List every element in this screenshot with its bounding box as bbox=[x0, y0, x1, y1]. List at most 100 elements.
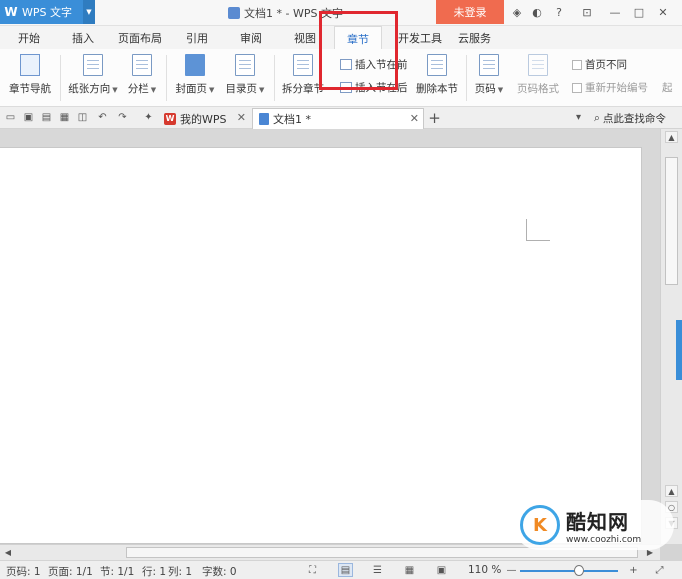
customize-icon[interactable]: ✦ bbox=[142, 111, 155, 124]
search-icon: ⌕ bbox=[594, 112, 600, 124]
scroll-left-icon[interactable]: ◀ bbox=[2, 547, 14, 558]
tab-cloud[interactable]: 云服务 bbox=[458, 30, 491, 46]
margin-corner-mark bbox=[526, 219, 550, 241]
page-number-format-button[interactable]: 页码格式 bbox=[512, 49, 564, 96]
zoom-level[interactable]: 110 % bbox=[468, 564, 501, 576]
side-panel-handle[interactable] bbox=[676, 320, 682, 380]
open-icon[interactable]: ▭ bbox=[4, 111, 17, 124]
orientation-icon bbox=[83, 54, 103, 76]
section-nav-button[interactable]: 章节导航 bbox=[8, 49, 52, 96]
orientation-button[interactable]: 纸张方向 ▼ bbox=[66, 49, 120, 96]
divider bbox=[274, 55, 275, 101]
save-icon[interactable]: ▣ bbox=[22, 111, 35, 124]
command-search[interactable]: ⌕ 点此查找命令 bbox=[594, 111, 666, 126]
tab-references[interactable]: 引用 bbox=[186, 30, 208, 46]
delete-section-icon bbox=[427, 54, 447, 76]
app-menu-dropdown-icon[interactable]: ▼ bbox=[83, 0, 95, 24]
doc-title-text: 文档1 * - WPS 文字 bbox=[244, 7, 343, 20]
skin-icon[interactable]: ◈ bbox=[510, 5, 524, 19]
toc-icon bbox=[235, 54, 255, 76]
navigation-icon bbox=[20, 54, 40, 76]
close-icon[interactable]: ✕ bbox=[656, 5, 670, 19]
print-icon[interactable]: ▦ bbox=[58, 111, 71, 124]
tab-insert[interactable]: 插入 bbox=[72, 30, 94, 46]
close-tab-icon[interactable]: ✕ bbox=[410, 112, 419, 125]
status-bar: 页码: 1 页面: 1/1 节: 1/1 行: 1 列: 1 字数: 0 ⛶ ▤… bbox=[0, 560, 682, 579]
coozhi-logo-icon: K bbox=[520, 505, 560, 545]
wps-logo-icon: W bbox=[164, 112, 176, 125]
zoom-slider-handle[interactable] bbox=[574, 565, 584, 576]
undo-icon[interactable]: ↶ bbox=[96, 111, 109, 124]
document-icon bbox=[228, 7, 240, 19]
insert-before-icon bbox=[340, 59, 352, 70]
scroll-up-icon[interactable]: ▲ bbox=[665, 131, 678, 143]
app-menu-button[interactable]: W WPS 文字 ▼ bbox=[0, 0, 95, 24]
new-tab-icon[interactable]: + bbox=[428, 109, 441, 127]
first-page-different-checkbox[interactable]: 首页不同 bbox=[572, 57, 627, 72]
scrollbar-thumb[interactable] bbox=[665, 157, 678, 285]
watermark-url: www.coozhi.com bbox=[566, 534, 642, 545]
insert-after-icon bbox=[340, 82, 352, 93]
columns-icon bbox=[132, 54, 152, 76]
web-view-icon[interactable]: ▦ bbox=[402, 563, 417, 577]
watermark: K 酷知网 www.coozhi.com bbox=[514, 500, 674, 550]
page-view-icon[interactable]: ▤ bbox=[338, 563, 353, 577]
columns-button[interactable]: 分栏 ▼ bbox=[124, 49, 160, 96]
status-row: 行: 1 bbox=[142, 566, 167, 578]
document-icon bbox=[259, 113, 269, 125]
divider bbox=[166, 55, 167, 101]
minimize-icon[interactable]: — bbox=[608, 5, 622, 19]
tab-section[interactable]: 章节 bbox=[334, 26, 382, 49]
delete-section-button[interactable]: 删除本节 bbox=[414, 49, 460, 96]
tab-document[interactable]: 文档1 * ✕ bbox=[252, 108, 424, 129]
zoom-out-icon[interactable]: — bbox=[504, 563, 519, 577]
help-icon[interactable]: ? bbox=[552, 5, 566, 19]
print-preview-icon[interactable]: ◫ bbox=[76, 111, 89, 124]
close-tab-icon[interactable]: ✕ bbox=[237, 111, 246, 124]
page-number-icon bbox=[479, 54, 499, 76]
checkbox-icon bbox=[572, 59, 582, 70]
ribbon-tabs: 开始 插入 页面布局 引用 审阅 视图 章节 开发工具 云服务 bbox=[0, 26, 682, 49]
outline-view-icon[interactable]: ☰ bbox=[370, 563, 385, 577]
app-name: WPS 文字 bbox=[22, 6, 72, 19]
insert-section-after-button[interactable]: 插入节在后 bbox=[340, 80, 408, 95]
restore-icon[interactable]: □ bbox=[632, 5, 646, 19]
quick-access-bar: ▭ ▣ ▤ ▦ ◫ ↶ ↷ ✦ W 我的WPS ✕ 文档1 * ✕ + ▾ ⌕ … bbox=[0, 107, 682, 129]
cover-page-icon bbox=[185, 54, 205, 76]
window-title: 文档1 * - WPS 文字 bbox=[228, 5, 343, 21]
zoom-slider[interactable] bbox=[520, 570, 618, 572]
theme-icon[interactable]: ◐ bbox=[530, 5, 544, 19]
toc-page-button[interactable]: 目录页 ▼ bbox=[222, 49, 268, 96]
tab-view[interactable]: 视图 bbox=[294, 30, 316, 46]
restart-numbering-checkbox[interactable]: 重新开始编号 bbox=[572, 80, 648, 95]
status-section: 节: 1/1 bbox=[100, 566, 135, 578]
reading-view-icon[interactable]: ▣ bbox=[434, 563, 449, 577]
zoom-in-icon[interactable]: + bbox=[626, 563, 641, 577]
login-button[interactable]: 未登录 bbox=[436, 0, 504, 24]
tab-start[interactable]: 开始 bbox=[18, 30, 40, 46]
minimize-tray-icon[interactable]: ⊡ bbox=[580, 5, 594, 19]
tab-review[interactable]: 审阅 bbox=[240, 30, 262, 46]
tab-developer[interactable]: 开发工具 bbox=[398, 30, 442, 46]
prev-page-icon[interactable]: ▲ bbox=[665, 485, 678, 497]
checkbox-icon bbox=[572, 82, 582, 93]
document-area bbox=[0, 129, 660, 544]
pin-icon[interactable]: ▾ bbox=[572, 111, 585, 124]
fit-window-icon[interactable]: ⤢ bbox=[652, 563, 667, 577]
tab-page-layout[interactable]: 页面布局 bbox=[118, 30, 162, 46]
status-page-number: 页码: 1 bbox=[6, 566, 41, 578]
fullscreen-view-icon[interactable]: ⛶ bbox=[305, 563, 320, 577]
cover-page-button[interactable]: 封面页 ▼ bbox=[172, 49, 218, 96]
document-page[interactable] bbox=[0, 147, 642, 544]
title-bar: W WPS 文字 ▼ 文档1 * - WPS 文字 未登录 ◈ ◐ ? ⊡ — … bbox=[0, 0, 682, 26]
tab-mywps[interactable]: W 我的WPS ✕ bbox=[158, 108, 250, 129]
export-pdf-icon[interactable]: ▤ bbox=[40, 111, 53, 124]
wps-logo-icon: W bbox=[4, 5, 18, 19]
insert-section-before-button[interactable]: 插入节在前 bbox=[340, 57, 408, 72]
page-number-button[interactable]: 页码 ▼ bbox=[472, 49, 506, 96]
ribbon-section: 章节导航 纸张方向 ▼ 分栏 ▼ 封面页 ▼ 目录页 ▼ 拆分章节 插入节在前 插入节在… bbox=[0, 49, 682, 107]
redo-icon[interactable]: ↷ bbox=[116, 111, 129, 124]
divider bbox=[466, 55, 467, 101]
status-word-count[interactable]: 字数: 0 bbox=[202, 564, 237, 579]
split-section-button[interactable]: 拆分章节 bbox=[280, 49, 326, 96]
